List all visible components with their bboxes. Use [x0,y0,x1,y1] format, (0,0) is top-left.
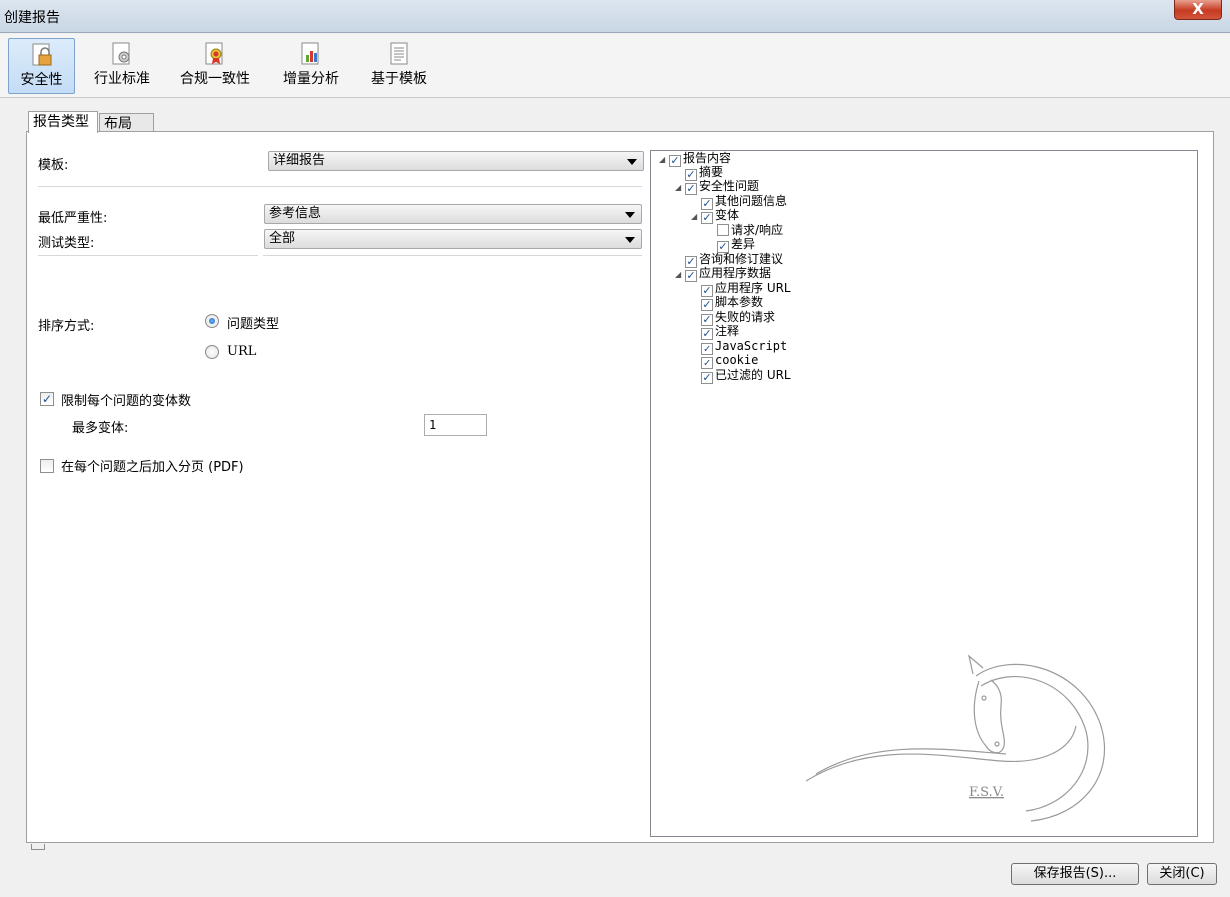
toolbar-delta-analysis[interactable]: 增量分析 [272,38,350,94]
max-variants-label: 最多变体: [72,421,129,436]
test-type-label: 测试类型: [38,236,95,251]
close-button[interactable]: 关闭(C) [1147,863,1217,885]
report-content-tree: ◢ ✓ 报告内容 ✓ 摘要 ◢ ✓ 安全性问题 ✓ 其他问题信息 ◢ ✓ 变体 请求/响应 ✓ 差… [650,150,1198,837]
toolbar-label: 基于模板 [371,71,427,87]
template-document-icon [390,42,408,65]
tree-item[interactable]: ✓ 已过滤的 URL [701,369,791,384]
min-severity-select[interactable]: 参考信息 [264,204,642,224]
sort-option-label: 问题类型 [227,317,280,332]
tree-item[interactable]: ✓ 咨询和修订建议 [685,253,783,268]
divider [38,186,642,188]
toolbar-security[interactable]: 安全性 [8,38,75,94]
tree-item[interactable]: 请求/响应 [717,224,783,238]
watermark-text: F.S.V. [969,785,1004,800]
tree-item[interactable]: ✓ 摘要 [685,166,723,181]
tree-item[interactable]: ✓ 脚本参数 [701,296,763,311]
tree-item[interactable]: ✓ 注释 [701,325,739,340]
save-report-button[interactable]: 保存报告(S)... [1011,863,1139,885]
page-break-label: 在每个问题之后加入分页 (PDF) [61,460,244,475]
tree-item[interactable]: ✓ 应用程序 URL [701,282,791,297]
tree-checkbox[interactable]: ✓ [701,328,713,340]
toolbar-label: 安全性 [20,72,63,88]
limit-variants-label: 限制每个问题的变体数 [61,394,192,409]
title-bar: 创建报告 X [0,0,1230,33]
tree-item[interactable]: ✓ cookie [701,354,758,369]
tree-item[interactable]: ◢ ✓ 应用程序数据 [675,267,771,282]
hidden-checkbox[interactable] [31,844,45,850]
limit-variants-checkbox[interactable]: ✓ [40,392,54,406]
toolbar-label: 增量分析 [283,71,339,87]
window-title: 创建报告 [4,10,60,26]
tree-checkbox[interactable]: ✓ [701,299,713,311]
tree-checkbox[interactable]: ✓ [685,183,697,195]
tree-item[interactable]: ◢ ✓ 安全性问题 [675,180,759,195]
tree-item[interactable]: ✓ 差异 [717,238,755,253]
chart-document-icon [301,42,319,65]
sort-by-issue-type-radio[interactable] [205,314,219,328]
max-variants-input[interactable]: 1 [424,414,487,436]
tree-item[interactable]: ✓ 其他问题信息 [701,195,787,210]
tree-item-report-content[interactable]: ◢ ✓ 报告内容 [659,152,731,167]
toolbar-industry-standard[interactable]: 行业标准 [84,38,160,94]
lock-document-icon [32,43,51,66]
close-window-button[interactable]: X [1174,0,1222,20]
toolbar-label: 行业标准 [94,71,150,87]
tree-checkbox[interactable]: ✓ [701,372,713,384]
test-type-select[interactable]: 全部 [264,229,642,249]
tree-checkbox[interactable]: ✓ [669,155,681,167]
ribbon-document-icon [205,42,223,65]
sort-option-label: URL [227,344,257,359]
tree-item[interactable]: ✓ JavaScript [701,340,787,355]
tree-item[interactable]: ✓ 失败的请求 [701,311,775,326]
tab-layout[interactable]: 布局 [99,113,154,132]
tree-checkbox[interactable]: ✓ [701,357,713,369]
expand-triangle-icon[interactable]: ◢ [675,181,685,194]
min-severity-select-value: 参考信息 [269,206,322,221]
chevron-down-icon [625,212,635,218]
toolbar-label: 合规一致性 [180,71,250,87]
tree-checkbox[interactable]: ✓ [701,212,713,224]
chevron-down-icon [627,159,637,165]
page-break-checkbox[interactable] [40,459,54,473]
hidden-option-row [31,844,45,859]
min-severity-label: 最低严重性: [38,211,108,226]
divider [263,255,642,257]
sort-by-url-radio[interactable] [205,345,219,359]
chevron-down-icon [625,237,635,243]
toolbar-template-based[interactable]: 基于模板 [360,38,438,94]
expand-triangle-icon[interactable]: ◢ [659,153,669,166]
tree-checkbox[interactable]: ✓ [685,270,697,282]
divider [38,255,258,257]
test-type-select-value: 全部 [269,231,296,246]
expand-triangle-icon[interactable]: ◢ [675,268,685,281]
toolbar-compliance[interactable]: 合规一致性 [170,38,260,94]
tree-item[interactable]: ◢ ✓ 变体 [691,209,739,224]
horse-watermark-logo: F.S.V. [805,654,1106,822]
report-type-toolbar: 安全性 行业标准 合规一致性 增量分析 基于模板 [0,34,1230,98]
gear-document-icon [112,42,130,65]
template-select-value: 详细报告 [273,153,326,168]
sort-label: 排序方式: [38,319,95,334]
tree-checkbox[interactable] [717,224,729,236]
tab-report-type[interactable]: 报告类型 [28,111,98,133]
template-label: 模板: [38,158,69,173]
expand-triangle-icon[interactable]: ◢ [691,210,701,223]
template-select[interactable]: 详细报告 [268,151,644,171]
